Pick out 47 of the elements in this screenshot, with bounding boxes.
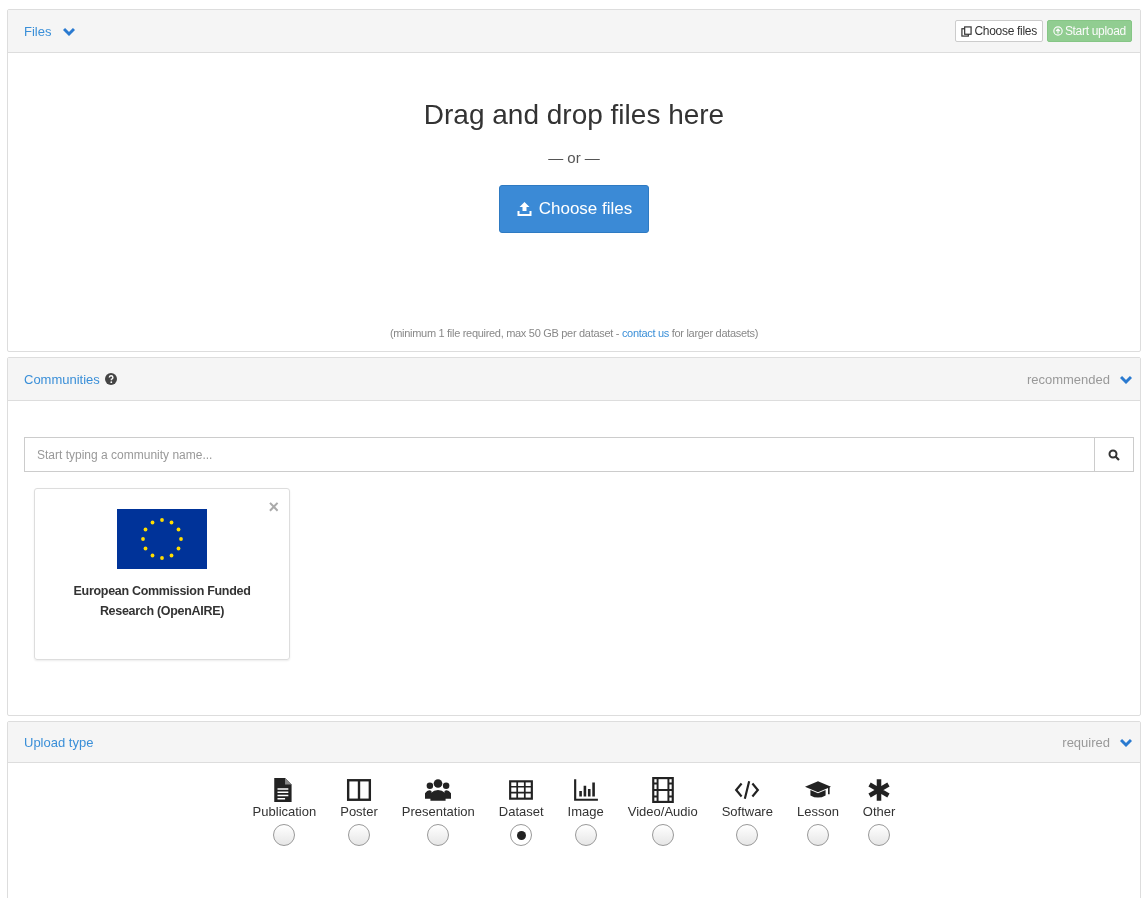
contact-link[interactable]: contact us bbox=[621, 327, 670, 339]
separator-text: — or — bbox=[548, 149, 600, 166]
choose-files-button[interactable]: Choose files bbox=[955, 20, 1043, 42]
type-label: Poster bbox=[340, 804, 378, 819]
type-label: Publication bbox=[252, 804, 317, 819]
type-label: Dataset bbox=[498, 804, 544, 819]
community-name: European Commission Funded Research (OpenAIRE) bbox=[72, 583, 252, 620]
upload-icon bbox=[515, 201, 533, 217]
community-search-field[interactable]: Start typing a community name... bbox=[24, 437, 1094, 472]
copy-icon bbox=[961, 25, 973, 37]
film-icon bbox=[649, 777, 676, 803]
panel-note: recommended bbox=[1026, 371, 1110, 387]
radio-button[interactable] bbox=[273, 824, 296, 846]
remove-button[interactable]: × bbox=[266, 499, 281, 515]
radio-button[interactable] bbox=[651, 824, 674, 846]
group-icon bbox=[425, 777, 452, 803]
radio-button[interactable] bbox=[427, 824, 450, 846]
type-label: Presentation bbox=[401, 804, 475, 819]
search-button[interactable] bbox=[1094, 437, 1134, 472]
panel-note: required bbox=[1062, 734, 1110, 750]
radio-button[interactable] bbox=[574, 824, 597, 846]
upload-circle-icon bbox=[1052, 26, 1063, 36]
type-label: Software bbox=[721, 804, 773, 819]
drop-heading: Drag and drop files here bbox=[423, 99, 725, 131]
radio-button[interactable] bbox=[510, 824, 533, 846]
search-icon bbox=[1108, 448, 1120, 461]
type-label: Lesson bbox=[796, 804, 839, 819]
radio-button[interactable] bbox=[806, 824, 829, 846]
radio-button[interactable] bbox=[736, 824, 759, 846]
columns-icon bbox=[346, 777, 372, 803]
help-icon bbox=[104, 373, 117, 385]
radio-button[interactable] bbox=[348, 824, 370, 846]
type-label: Image bbox=[567, 804, 604, 819]
chevron-down-icon bbox=[63, 25, 76, 37]
type-label: Video/Audio bbox=[627, 804, 698, 819]
type-label: Other bbox=[862, 804, 896, 819]
choose-files-button[interactable]: Choose files bbox=[498, 185, 650, 233]
bar-chart-icon bbox=[572, 777, 599, 803]
table-icon bbox=[508, 777, 535, 803]
panel-title[interactable]: Communities bbox=[24, 371, 100, 387]
radio-button[interactable] bbox=[868, 824, 891, 846]
panel-title[interactable]: Upload type bbox=[24, 734, 94, 750]
asterisk-icon bbox=[866, 777, 893, 803]
chevron-down-icon bbox=[1120, 736, 1132, 748]
panel-title[interactable]: Files bbox=[24, 23, 52, 39]
chevron-down-icon bbox=[1120, 373, 1132, 385]
size-note: (minimum 1 file required, max 50 GB per dataset - contact us for larger datasets) bbox=[389, 327, 759, 339]
